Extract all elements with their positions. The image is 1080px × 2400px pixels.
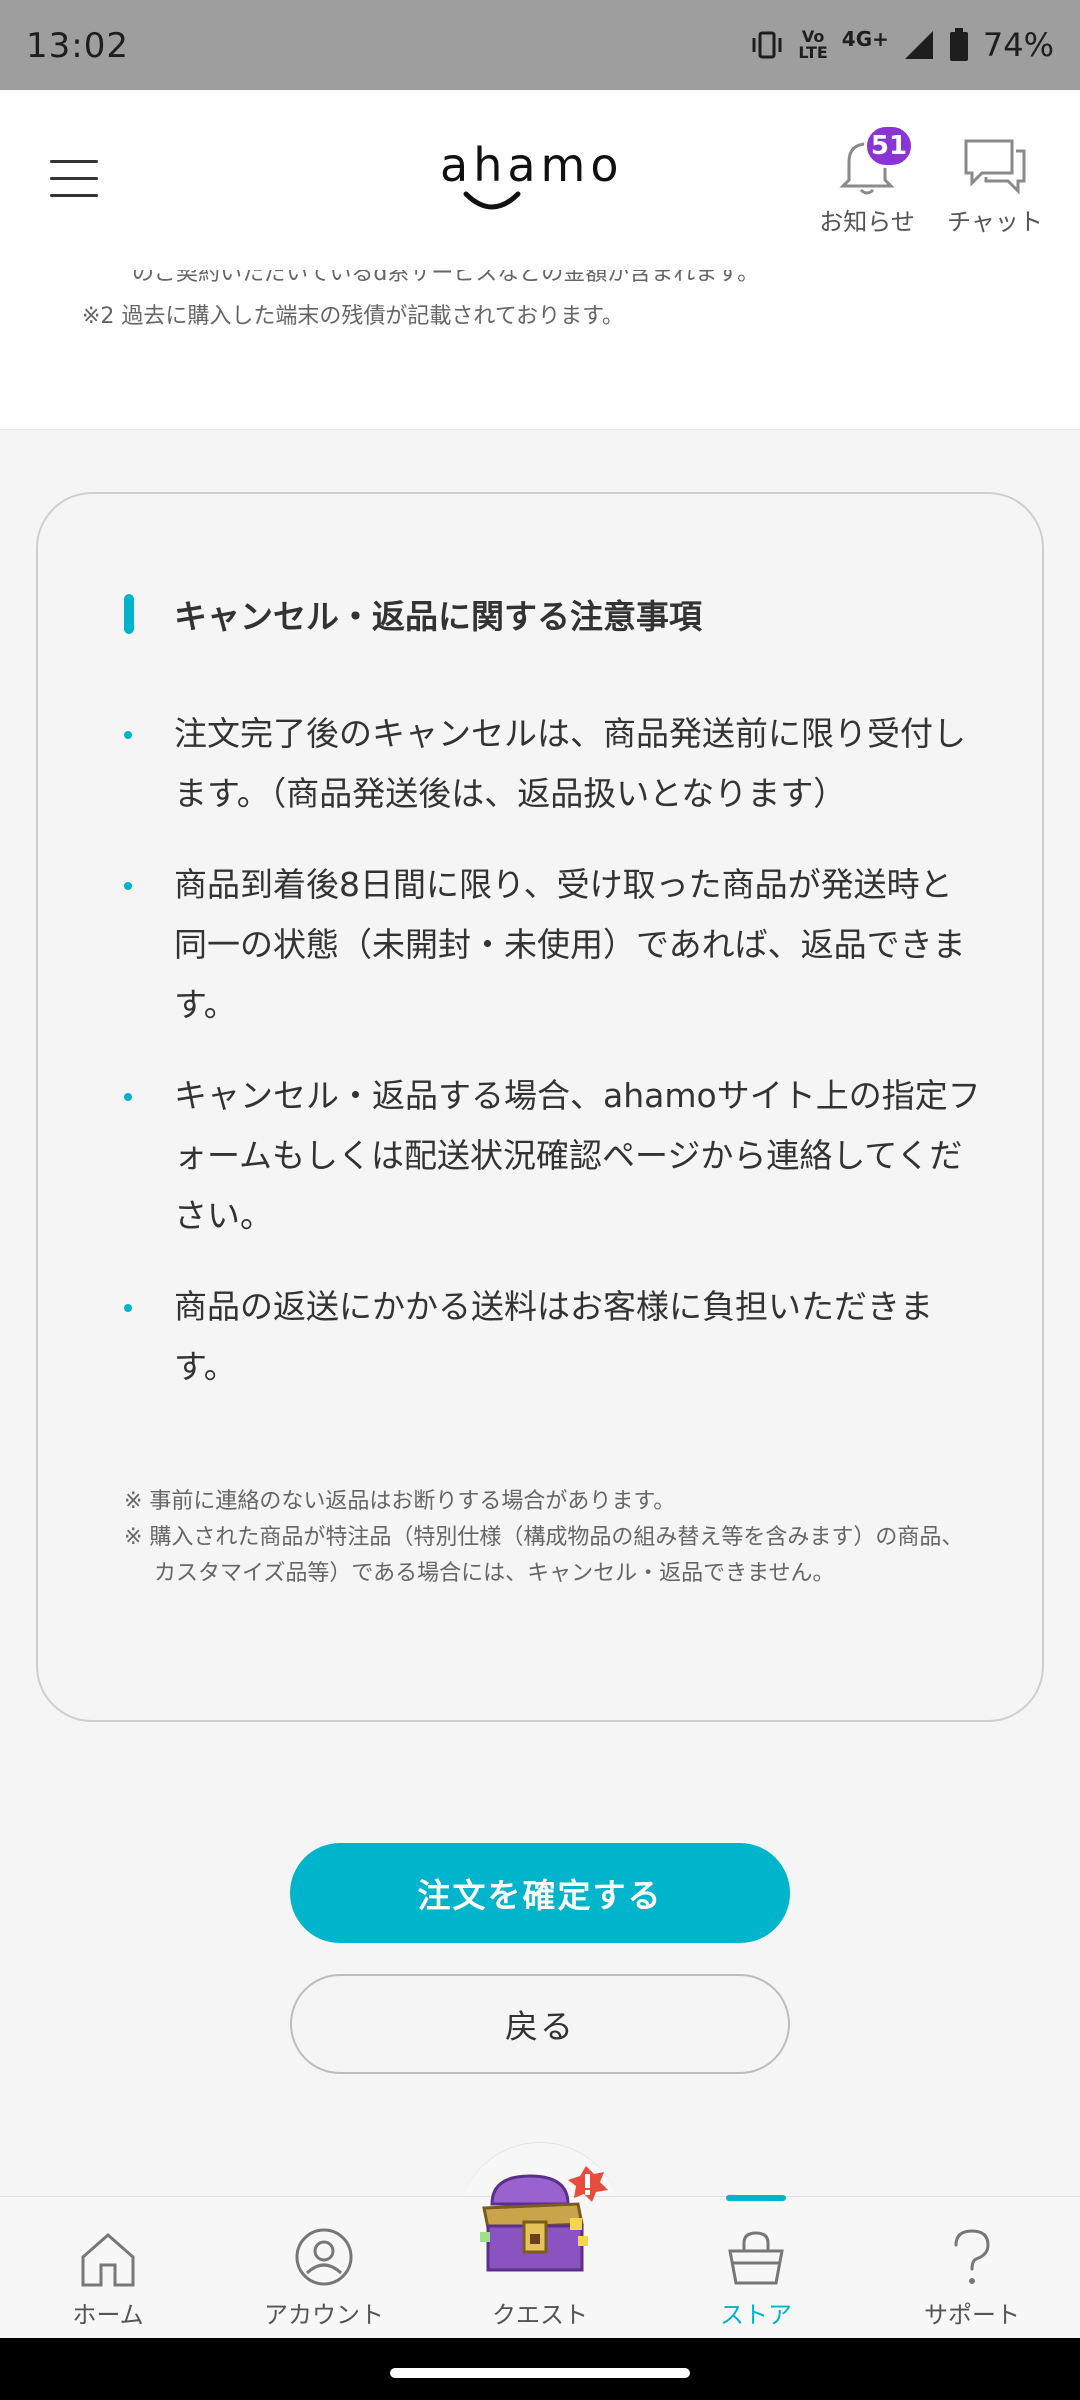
fine-print: ※ 事前に連絡のない返品はお断りする場合があります。 ※ 購入された商品が特注品… [124,1484,984,1592]
ahamo-logo[interactable]: ahamo [440,138,640,218]
nav-home[interactable]: ホーム [0,2197,216,2339]
chat-button[interactable]: チャット [940,130,1050,237]
home-gesture-handle[interactable] [390,2368,690,2378]
notifications-label: お知らせ [819,208,915,236]
status-time: 13:02 [26,26,129,66]
nav-store[interactable]: ストア [648,2195,864,2339]
list-item: 商品到着後8日間に限り、受け取った商品が発送時と同一の状態（未開封・未使用）であ… [124,855,984,1035]
list-item: 商品の返送にかかる送料はお客様に負担いただきます。 [124,1277,984,1397]
chat-icon [964,139,1026,195]
fine-print-item: ※ 購入された商品が特注品（特別仕様（構成物品の組み替え等を含みます）の商品、カ… [124,1525,964,1586]
notifications-button[interactable]: 51 お知らせ [812,124,922,237]
nav-support[interactable]: サポート [864,2197,1080,2339]
vibrate-icon [750,30,784,60]
list-item: 注文完了後のキャンセルは、商品発送前に限り受付します。（商品発送後は、返品扱いと… [124,704,984,824]
shopping-bag-icon [728,2231,784,2285]
question-icon [954,2229,990,2284]
status-icons: Vo LTE 4G+ 74% [750,26,1054,64]
logo-text: ahamo [440,138,624,192]
nav-account-label: アカウント [264,2301,384,2329]
account-icon [295,2228,353,2286]
system-nav-bar [0,2338,1080,2400]
nav-support-label: サポート [924,2301,1020,2329]
list-item: キャンセル・返品する場合、ahamoサイト上の指定フォームもしくは配送状況確認ペ… [124,1066,984,1246]
notice-heading: キャンセル・返品に関する注意事項 [124,590,702,638]
confirm-order-button[interactable]: 注文を確定する [290,1843,790,1943]
treasure-chest-icon[interactable] [470,2162,610,2282]
partial-note-line: のご契約いただいているd系サービスなどの金額が含まれます。 [132,270,760,286]
volte-bottom-text: LTE [798,43,828,62]
notification-badge: 51 [864,124,914,168]
heading-accent-bar [124,594,134,634]
notice-bullet-list: 注文完了後のキャンセルは、商品発送前に限り受付します。（商品発送後は、返品扱いと… [124,704,984,1428]
network-text: 4G+ [841,27,889,51]
billing-notes-card: のご契約いただいているd系サービスなどの金額が含まれます。 ※2 過去に購入した… [0,270,1080,430]
battery-percent: 74% [982,26,1054,64]
fine-print-item: ※ 事前に連絡のない返品はお断りする場合があります。 [124,1489,676,1514]
app-header: ahamo 51 お知らせ チャット [0,90,1080,270]
logo-smile-icon [463,191,521,210]
nav-quest-label: クエスト [492,2301,588,2329]
notice-title: キャンセル・返品に関する注意事項 [174,597,702,636]
network-type: 4G+ [842,27,889,51]
nav-account[interactable]: アカウント [216,2197,432,2339]
battery-icon [949,28,969,62]
chat-label: チャット [947,208,1043,236]
nav-home-label: ホーム [72,2301,144,2329]
status-bar: 13:02 Vo LTE 4G+ 74% [0,0,1080,90]
cancel-return-notice-card: キャンセル・返品に関する注意事項 注文完了後のキャンセルは、商品発送前に限り受付… [36,492,1044,1722]
signal-icon [903,29,935,61]
home-icon [81,2233,135,2287]
menu-icon[interactable] [50,160,98,197]
note-2: ※2 過去に購入した端末の残債が記載されております。 [82,304,624,329]
nav-store-label: ストア [720,2301,792,2329]
back-button[interactable]: 戻る [290,1974,790,2074]
volte-icon: Vo LTE [798,29,827,61]
